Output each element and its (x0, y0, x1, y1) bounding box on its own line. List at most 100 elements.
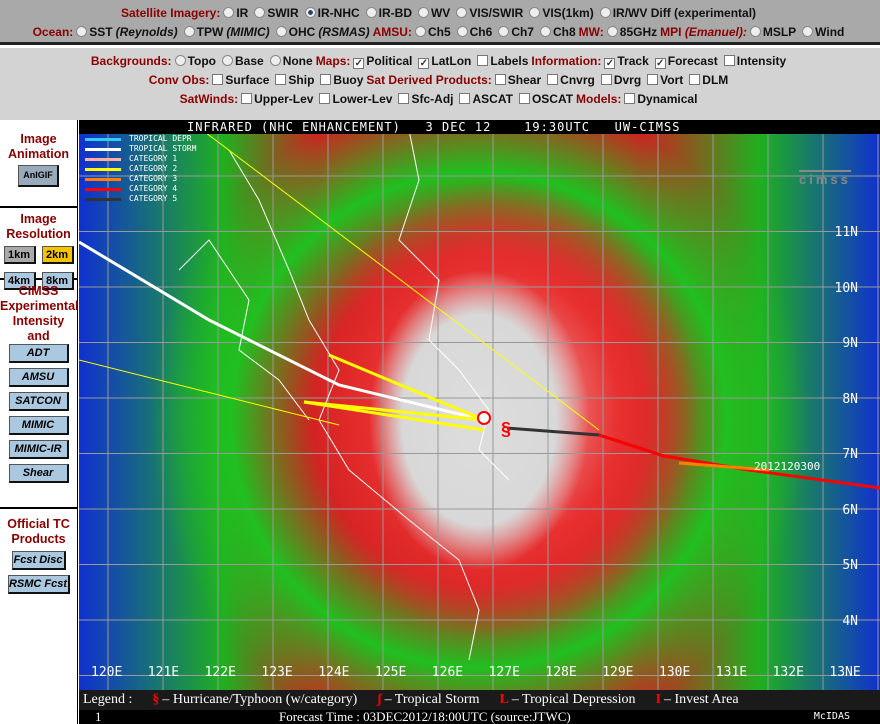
checkbox[interactable] (624, 93, 636, 104)
radio-button[interactable] (456, 26, 468, 37)
latitude-label: 4N (842, 613, 858, 629)
resolution-1km-button[interactable]: 1km (3, 246, 36, 264)
product-button[interactable]: SATCON (8, 392, 69, 411)
cimss-title: CIMSS Experimental Intensity and Structu… (0, 284, 77, 340)
track-cat5 (506, 426, 665, 458)
legend-swatch (85, 197, 121, 201)
radio-button[interactable] (498, 26, 510, 37)
checkbox[interactable] (275, 74, 287, 85)
radio-button[interactable] (222, 55, 233, 66)
radio-button[interactable] (599, 7, 611, 18)
legend-swatch (85, 177, 121, 181)
product-button[interactable]: Shear (8, 464, 69, 483)
sidebar: Image Animation AnIGIF Image Resolution … (0, 120, 78, 724)
checkbox[interactable] (459, 93, 471, 104)
radio-button[interactable] (417, 7, 429, 18)
checkbox[interactable] (320, 74, 332, 85)
radio-button[interactable] (529, 7, 541, 18)
legend-entry: CATEGORY 2 (85, 164, 196, 174)
radio-label: VIS(1km) (542, 6, 594, 20)
checkbox-label: Sfc-Adj (411, 92, 454, 106)
checkbox[interactable] (547, 74, 559, 85)
radio-label: OHC (288, 25, 316, 39)
longitude-label: 125E (375, 665, 407, 680)
checkbox[interactable] (723, 55, 735, 66)
radio-label: WV (430, 6, 451, 20)
radio-button[interactable] (365, 7, 377, 18)
radio-button[interactable] (802, 26, 814, 37)
official-product-button[interactable]: RSMC Fcst (7, 575, 70, 594)
checkbox-label: Vort (660, 73, 684, 87)
checkbox-label: Lower-Lev (332, 92, 393, 106)
source-label: (MIMIC) (226, 25, 270, 39)
legend-entry: TROPICAL DEPR (85, 134, 196, 144)
radio-button[interactable] (275, 26, 287, 37)
track-cat4 (598, 433, 880, 490)
checkbox[interactable]: ✓ (418, 58, 430, 69)
radio-label: Base (235, 54, 264, 68)
checkbox-label: Ship (288, 73, 315, 87)
group-label: Satellite Imagery: (120, 6, 221, 20)
latitude-label: 10N (834, 280, 858, 296)
checkbox-label: DLM (702, 73, 729, 87)
longitude-label: 13NE (829, 665, 861, 680)
group-label: Maps: (315, 54, 351, 68)
radio-button[interactable] (183, 26, 195, 37)
checkbox[interactable] (518, 93, 530, 104)
checkbox[interactable] (241, 93, 253, 104)
radio-button[interactable] (749, 26, 761, 37)
forecast-time: Forecast Time : 03DEC2012/18:00UTC (sour… (279, 709, 571, 724)
longitude-label: 127E (488, 665, 520, 680)
product-button[interactable]: AMSU (8, 368, 69, 387)
radio-button[interactable] (76, 26, 88, 37)
frame-number: 1 (95, 709, 102, 724)
checkbox[interactable] (477, 55, 489, 66)
checkbox-label: Labels (490, 54, 529, 68)
forecast-track-cat2 (303, 353, 485, 432)
checkbox-label: Surface (225, 73, 270, 87)
checkbox[interactable] (398, 93, 410, 104)
resolution-2km-button[interactable]: 2km (41, 246, 74, 264)
radio-label: None (282, 54, 313, 68)
product-button[interactable]: ADT (8, 344, 69, 363)
product-button[interactable]: MIMIC (8, 416, 69, 435)
longitude-label: 129E (602, 665, 634, 680)
map-overlay: § (79, 120, 880, 690)
radio-button[interactable] (456, 7, 468, 18)
checkbox[interactable]: ✓ (353, 58, 365, 69)
storm-position-icon (477, 411, 491, 425)
satellite-map[interactable]: § INFRARED (NHC ENHANCEMENT) 3 DEC 12 19… (79, 120, 880, 690)
product-button[interactable]: MIMIC-IR (8, 440, 69, 459)
radio-button[interactable] (304, 7, 316, 18)
legend-label: – Hurricane/Typhoon (w/category) (162, 692, 358, 707)
checkbox[interactable] (494, 74, 506, 85)
legend-entry: CATEGORY 4 (85, 184, 196, 194)
radio-button[interactable] (539, 26, 551, 37)
checkbox[interactable]: ✓ (654, 58, 666, 69)
official-product-button[interactable]: Fcst Disc (11, 551, 66, 570)
checkbox[interactable] (319, 93, 331, 104)
latitude-label: 9N (842, 336, 858, 351)
legend-symbol-icon: I (655, 692, 661, 707)
radio-button[interactable] (174, 55, 186, 66)
checkbox[interactable] (647, 74, 659, 85)
radio-button[interactable] (414, 26, 426, 37)
checkbox[interactable]: ✓ (604, 58, 616, 69)
legend-symbol-icon: L (499, 692, 509, 707)
radio-button[interactable] (223, 7, 235, 18)
checkbox[interactable] (600, 74, 612, 85)
radio-button[interactable] (254, 7, 266, 18)
anigif-button[interactable]: AnIGIF (18, 165, 59, 187)
checkbox-label: Dynamical (637, 92, 698, 106)
checkbox-label: Cnvrg (560, 73, 595, 87)
legend-swatch (85, 157, 121, 161)
radio-button[interactable] (606, 26, 618, 37)
radio-button[interactable] (269, 55, 281, 66)
imagery-options: Satellite Imagery: IR SWIR IR-NHC IR-BD WV VIS… (0, 0, 880, 45)
legend-symbol-icon: § (152, 692, 160, 707)
checkbox[interactable] (689, 74, 701, 85)
longitude-label: 126E (431, 665, 464, 680)
checkbox-label: Forecast (667, 54, 718, 68)
radio-label: Ch5 (427, 25, 451, 39)
checkbox[interactable] (212, 74, 224, 85)
